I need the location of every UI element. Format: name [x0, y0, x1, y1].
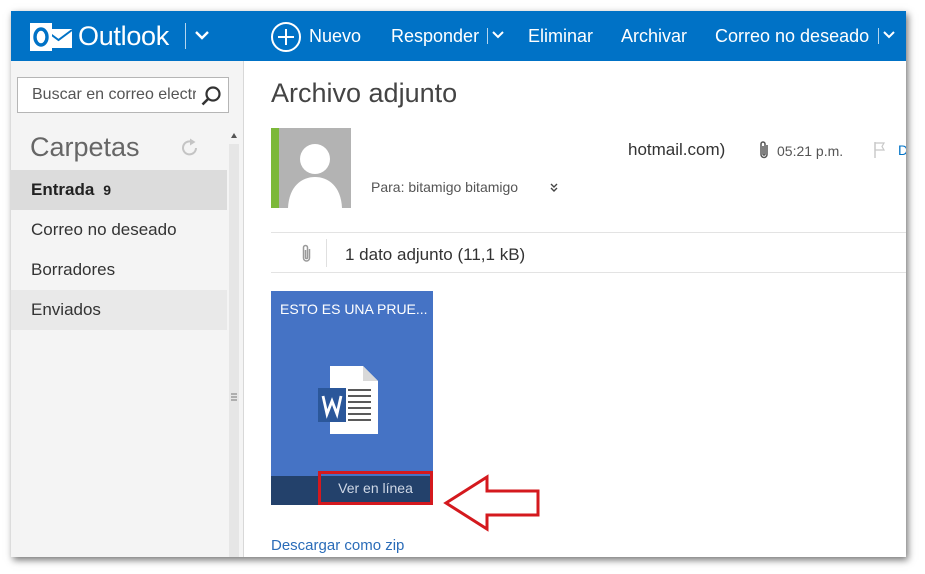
- folder-sent[interactable]: Enviados: [11, 290, 227, 330]
- recipients-line: Para: bitamigo bitamigo: [371, 179, 519, 195]
- pane-resize-handle-icon[interactable]: [230, 391, 238, 403]
- junk-options-chevron-icon[interactable]: [883, 30, 895, 40]
- search-box: [17, 77, 229, 113]
- folder-inbox-label: Entrada: [31, 180, 95, 199]
- scroll-up-arrow-icon[interactable]: [229, 130, 239, 142]
- delete-button[interactable]: Eliminar: [528, 25, 593, 47]
- search-input[interactable]: [18, 78, 196, 112]
- outlook-window: Outlook Nuevo Responder Eliminar Archiva…: [11, 11, 906, 557]
- divider: [326, 239, 327, 267]
- flag-icon[interactable]: [873, 141, 887, 159]
- sender-address[interactable]: hotmail.com): [628, 139, 725, 161]
- attachment-filename: ESTO ES UNA PRUE...: [280, 301, 428, 317]
- divider: [271, 272, 906, 273]
- top-command-bar: Outlook Nuevo Responder Eliminar Archiva…: [11, 11, 906, 61]
- word-document-icon: [318, 366, 378, 434]
- folder-inbox[interactable]: Entrada 9: [11, 170, 227, 210]
- search-icon[interactable]: [200, 85, 222, 107]
- paperclip-icon: [760, 141, 768, 159]
- reading-pane: Archivo adjunto hotmail.com) 05:21 p.m. …: [244, 61, 906, 557]
- new-button[interactable]: Nuevo: [309, 25, 361, 47]
- message-subject: Archivo adjunto: [271, 78, 458, 108]
- plus-circle-icon[interactable]: [270, 21, 302, 53]
- junk-button[interactable]: Correo no deseado: [715, 25, 869, 47]
- attachment-summary: 1 dato adjunto (11,1 kB): [345, 245, 526, 264]
- attachment-card[interactable]: ESTO ES UNA PRUE... Ver en línea: [271, 291, 433, 505]
- reply-options-chevron-icon[interactable]: [492, 30, 504, 40]
- app-title[interactable]: Outlook: [78, 20, 169, 52]
- paperclip-icon: [302, 244, 311, 262]
- folder-pane: Carpetas Entrada 9 Correo no deseado Borr…: [11, 61, 244, 557]
- app-title-divider: [185, 23, 186, 49]
- outlook-logo-icon[interactable]: [30, 22, 74, 52]
- divider: [271, 232, 906, 233]
- chevron-down-icon[interactable]: [193, 26, 211, 44]
- folder-junk[interactable]: Correo no deseado: [11, 210, 227, 250]
- refresh-icon[interactable]: [179, 137, 201, 159]
- reply-separator: [487, 28, 488, 44]
- person-silhouette-icon: [288, 144, 342, 208]
- received-time: 05:21 p.m.: [777, 143, 844, 159]
- folders-heading: Carpetas: [30, 132, 140, 162]
- avatar[interactable]: [279, 128, 351, 208]
- reply-button[interactable]: Responder: [391, 25, 479, 47]
- scrollbar-track[interactable]: [229, 144, 239, 557]
- folder-drafts[interactable]: Borradores: [11, 250, 227, 290]
- sender-color-bar: [271, 128, 279, 208]
- archive-button[interactable]: Archivar: [621, 25, 687, 47]
- callout-arrow-icon: [443, 474, 540, 532]
- expand-recipients-icon[interactable]: [549, 182, 559, 194]
- message-action-link[interactable]: D: [898, 141, 906, 159]
- view-online-button[interactable]: Ver en línea: [318, 471, 433, 505]
- junk-separator: [878, 28, 879, 44]
- folder-pane-scrollbar[interactable]: [227, 130, 241, 557]
- download-zip-link[interactable]: Descargar como zip: [271, 536, 404, 556]
- unread-count-badge: 9: [103, 182, 112, 198]
